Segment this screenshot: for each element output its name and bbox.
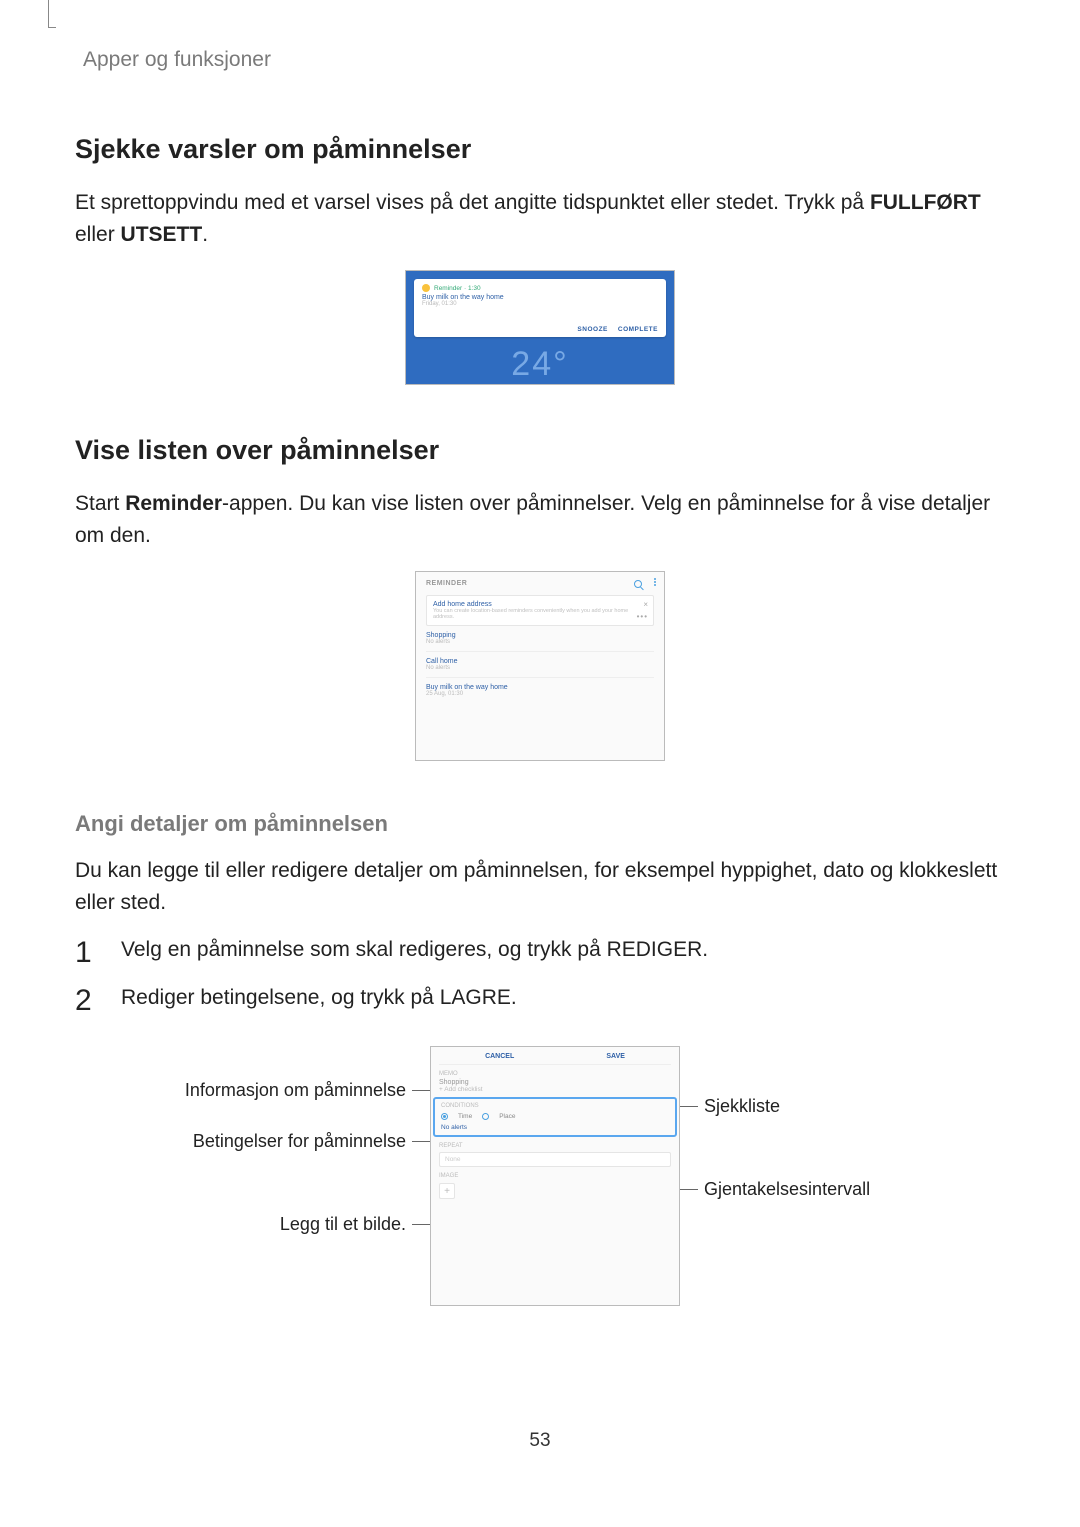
- tip-subtitle: You can create location-based reminders …: [433, 608, 647, 620]
- text: eller: [75, 223, 121, 246]
- bold-text: FULLFØRT: [870, 191, 981, 214]
- section3-paragraph: Du kan legge til eller redigere detaljer…: [75, 855, 1005, 918]
- section1-paragraph: Et sprettoppvindu med et varsel vises på…: [75, 187, 1005, 250]
- image-section-label: IMAGE: [439, 1173, 671, 1179]
- text: .: [511, 986, 517, 1009]
- callout-line: [680, 1106, 698, 1107]
- section-title-view-list: Vise listen over påminnelser: [75, 435, 1005, 466]
- more-icon[interactable]: [654, 578, 656, 586]
- text: Velg en påminnelse som skal redigeres, o…: [121, 938, 607, 961]
- callout-line: [412, 1141, 430, 1142]
- list-item[interactable]: Call home No alerts: [426, 652, 654, 678]
- tip-card[interactable]: × ••• Add home address You can create lo…: [426, 595, 654, 626]
- save-button[interactable]: SAVE: [606, 1053, 625, 1060]
- callout-line: [412, 1224, 430, 1225]
- figure-reminder-list: REMINDER × ••• Add home address You can …: [415, 571, 665, 761]
- callout-label: Sjekkliste: [704, 1096, 780, 1117]
- callout-label: Gjentakelsesintervall: [704, 1179, 870, 1200]
- callout-label: Legg til et bilde.: [280, 1214, 406, 1235]
- radio-time[interactable]: [441, 1113, 448, 1120]
- page-tab-mark: [48, 0, 56, 28]
- list-item-sub: No alerts: [426, 665, 654, 671]
- app-title: REMINDER: [426, 580, 467, 587]
- text: Rediger betingelsene, og trykk på: [121, 986, 440, 1009]
- reminder-icon: [422, 284, 430, 292]
- callout-left-image: Legg til et bilde.: [280, 1214, 430, 1235]
- callout-right-repeat: Gjentakelsesintervall: [680, 1179, 870, 1200]
- background-temperature: 24°: [406, 345, 674, 384]
- add-checklist-link[interactable]: + Add checklist: [439, 1086, 671, 1093]
- radio-time-label: Time: [458, 1113, 472, 1120]
- no-alerts-text: No alerts: [441, 1124, 669, 1131]
- step-number: 2: [75, 986, 97, 1016]
- snooze-button[interactable]: SNOOZE: [577, 326, 607, 333]
- callout-label: Betingelser for påminnelse: [193, 1131, 406, 1152]
- notif-subtitle: Friday, 01:30: [422, 301, 658, 307]
- add-image-button[interactable]: +: [439, 1183, 455, 1199]
- callout-label: Informasjon om påminnelse: [185, 1080, 406, 1101]
- step-item: 1 Velg en påminnelse som skal redigeres,…: [75, 938, 1005, 968]
- step-number: 1: [75, 938, 97, 968]
- cancel-button[interactable]: CANCEL: [485, 1053, 514, 1060]
- radio-place[interactable]: [482, 1113, 489, 1120]
- search-icon[interactable]: [634, 580, 642, 588]
- notification-card: Reminder · 1:30 Buy milk on the way home…: [414, 279, 666, 337]
- notif-title: Buy milk on the way home: [422, 294, 658, 301]
- step-item: 2 Rediger betingelsene, og trykk på LAGR…: [75, 986, 1005, 1016]
- list-item-title: Buy milk on the way home: [426, 684, 654, 691]
- list-item-title: Call home: [426, 658, 654, 665]
- list-item[interactable]: Buy milk on the way home 25 Aug, 01:30: [426, 678, 654, 703]
- subsection-title-details: Angi detaljer om påminnelsen: [75, 811, 1005, 837]
- conditions-section-label: CONDITIONS: [441, 1103, 669, 1109]
- callout-left-conditions: Betingelser for påminnelse: [193, 1131, 430, 1152]
- page-number: 53: [0, 1430, 1080, 1452]
- text: Start: [75, 492, 125, 515]
- text: .: [702, 938, 708, 961]
- repeat-section-label: REPEAT: [439, 1143, 671, 1149]
- section-title-check-alerts: Sjekke varsler om påminnelser: [75, 134, 1005, 165]
- memo-section-label: MEMO: [439, 1071, 671, 1077]
- figure-notification-popup: Reminder · 1:30 Buy milk on the way home…: [405, 270, 675, 385]
- list-item-sub: 25 Aug, 01:30: [426, 691, 654, 697]
- figure-edit-reminder: CANCEL SAVE MEMO Shopping + Add checklis…: [430, 1046, 680, 1306]
- conditions-highlight: CONDITIONS Time Place No alerts: [433, 1097, 677, 1137]
- callout-left-info: Informasjon om påminnelse: [185, 1080, 430, 1101]
- repeat-field[interactable]: None: [439, 1152, 671, 1167]
- bold-text: UTSETT: [121, 223, 203, 246]
- tip-title: Add home address: [433, 601, 647, 608]
- text: .: [202, 223, 208, 246]
- memo-value[interactable]: Shopping: [439, 1079, 671, 1086]
- breadcrumb: Apper og funksjoner: [83, 48, 1005, 72]
- radio-place-label: Place: [499, 1113, 515, 1120]
- list-item[interactable]: Shopping No alerts: [426, 626, 654, 652]
- list-item-sub: No alerts: [426, 639, 654, 645]
- section2-paragraph: Start Reminder-appen. Du kan vise listen…: [75, 488, 1005, 551]
- bold-text: REDIGER: [607, 938, 703, 961]
- ellipsis-icon[interactable]: •••: [637, 612, 648, 621]
- bold-text: LAGRE: [440, 986, 511, 1009]
- list-item-title: Shopping: [426, 632, 654, 639]
- callout-line: [680, 1189, 698, 1190]
- callout-right-checklist: Sjekkliste: [680, 1096, 780, 1117]
- notif-app-label: Reminder · 1:30: [434, 285, 481, 292]
- text: Et sprettoppvindu med et varsel vises på…: [75, 191, 870, 214]
- complete-button[interactable]: COMPLETE: [618, 326, 658, 333]
- close-icon[interactable]: ×: [643, 600, 648, 609]
- callout-line: [412, 1090, 430, 1091]
- bold-text: Reminder: [125, 492, 222, 515]
